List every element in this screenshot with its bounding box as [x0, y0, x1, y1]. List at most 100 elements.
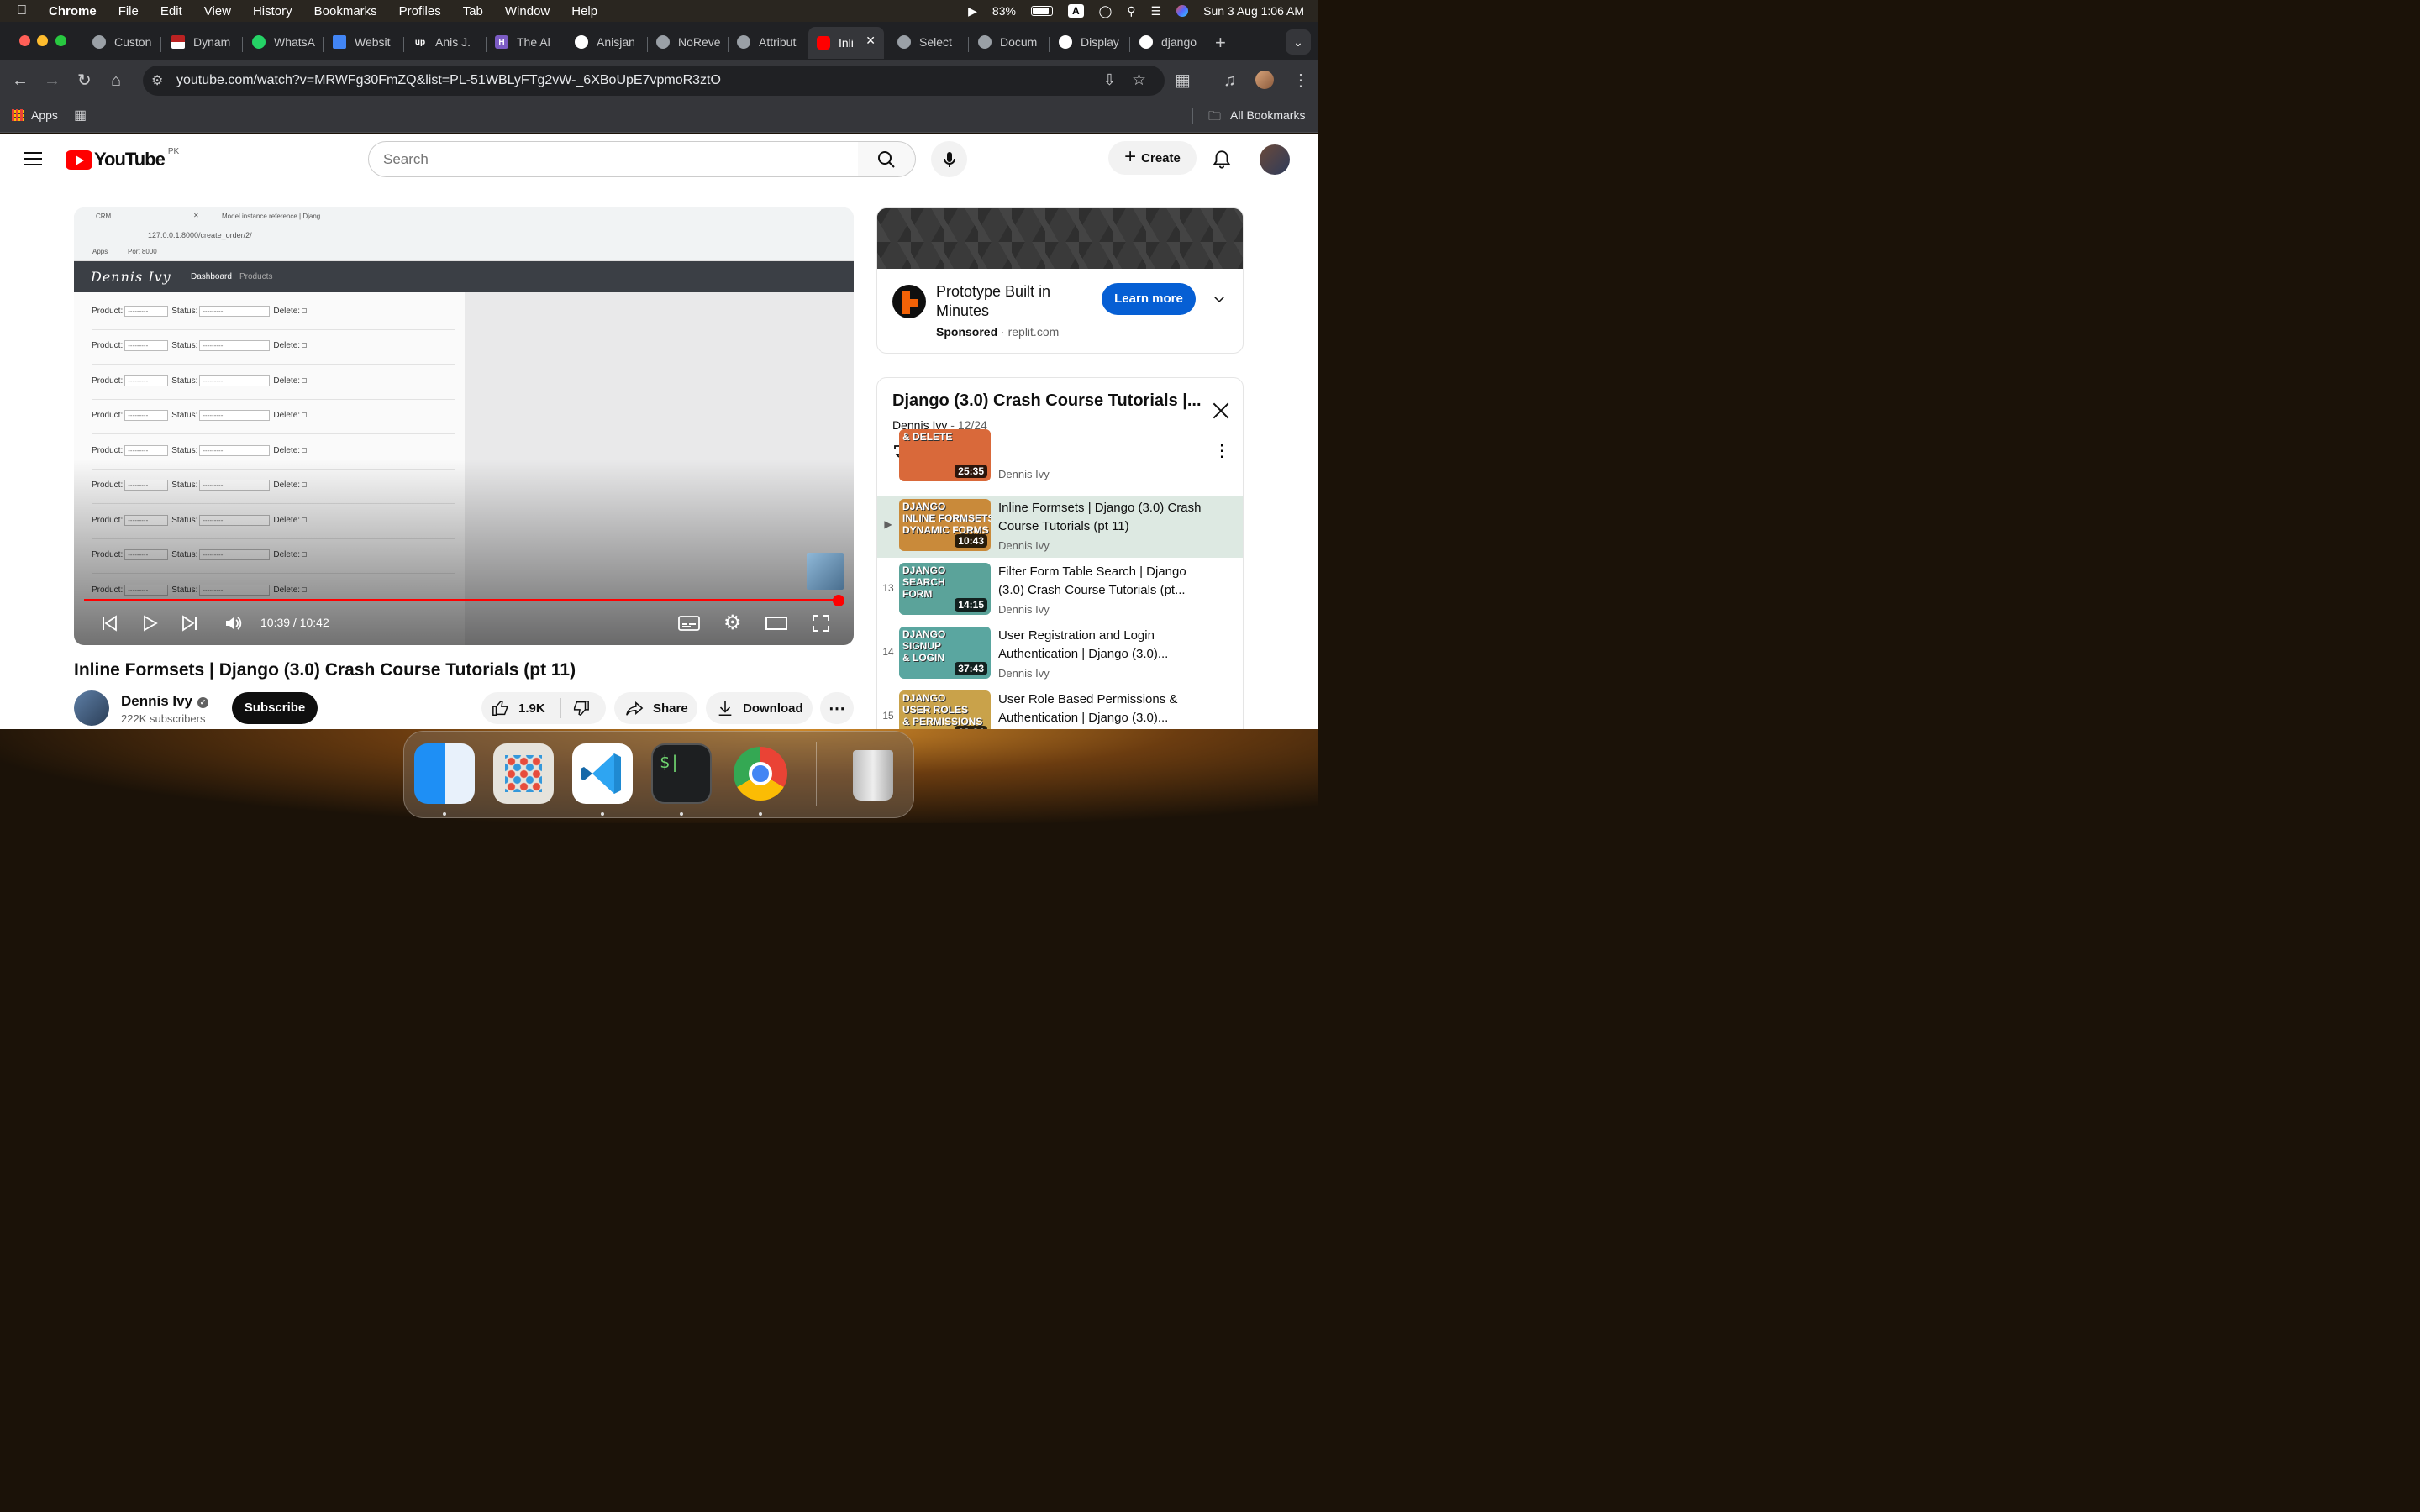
terminal-icon[interactable]: $|	[651, 743, 712, 804]
close-window-button[interactable]	[19, 35, 30, 46]
chrome-menu-icon[interactable]: ⋮	[1292, 71, 1309, 90]
playlist-item[interactable]: & DELETE 25:35 Dennis Ivy	[877, 429, 1243, 491]
next-icon[interactable]	[180, 613, 200, 633]
notifications-bell-icon[interactable]	[1211, 149, 1233, 171]
extensions-icon[interactable]: ▦	[1175, 71, 1191, 90]
voice-search-button[interactable]	[931, 141, 967, 177]
search-button[interactable]	[858, 141, 916, 177]
scrubber-handle[interactable]	[833, 595, 844, 606]
close-icon[interactable]	[1210, 400, 1232, 422]
sponsored-ad-card[interactable]: Prototype Built in Minutes Sponsored · r…	[876, 207, 1244, 354]
menu-window[interactable]: Window	[505, 4, 550, 18]
tab-1[interactable]: Dynam	[171, 29, 234, 55]
menu-bookmarks[interactable]: Bookmarks	[314, 4, 377, 18]
menu-edit[interactable]: Edit	[160, 4, 182, 18]
battery-icon[interactable]	[1030, 6, 1053, 16]
tab-5[interactable]: H The Al	[495, 29, 555, 55]
back-icon[interactable]: ←	[12, 71, 29, 90]
bookmark-star-icon[interactable]: ☆	[1132, 71, 1146, 90]
tab-search-button[interactable]: ⌄	[1286, 29, 1311, 55]
previous-icon[interactable]	[99, 613, 119, 633]
channel-name[interactable]: Dennis Ivy ✓	[121, 693, 209, 710]
channel-name-text[interactable]: Dennis Ivy	[121, 693, 192, 709]
playlist-item-thumbnail[interactable]: & DELETE 25:35	[899, 429, 991, 481]
menu-help[interactable]: Help	[571, 4, 597, 18]
playlist-title[interactable]: Django (3.0) Crash Course Tutorials |...	[892, 391, 1203, 411]
search-input[interactable]	[383, 151, 837, 168]
playlist-item-thumbnail[interactable]: DJANGO SIGNUP & LOGIN 37:43	[899, 627, 991, 679]
ad-banner-image[interactable]	[877, 208, 1243, 269]
bookmark-all-bookmarks[interactable]: All Bookmarks	[1230, 108, 1305, 122]
close-tab-icon[interactable]: ✕	[865, 34, 876, 48]
control-center-icon[interactable]: ☰	[1151, 4, 1162, 18]
bookmark-apps[interactable]: Apps	[31, 108, 58, 122]
playlist-item-title[interactable]: User Registration and Login Authenticati…	[998, 627, 1208, 664]
more-actions-button[interactable]: ⋯	[820, 692, 854, 724]
site-info-icon[interactable]: ⚙	[151, 72, 163, 89]
menu-profiles[interactable]: Profiles	[399, 4, 441, 18]
subscribe-button[interactable]: Subscribe	[232, 692, 318, 724]
playlist-item-title[interactable]: Inline Formsets | Django (3.0) Crash Cou…	[998, 499, 1208, 536]
address-bar[interactable]: ⚙ youtube.com/watch?v=MRWFg30FmZQ&list=P…	[143, 66, 1165, 96]
tab-active[interactable]: Inli ✕	[808, 27, 884, 59]
playlist-item-thumbnail[interactable]: DJANGO SEARCH FORM 14:15	[899, 563, 991, 615]
forward-icon[interactable]: →	[44, 71, 60, 90]
settings-gear-icon[interactable]: ⚙	[723, 613, 742, 633]
vscode-icon[interactable]	[572, 743, 633, 804]
tab-6[interactable]: Anisjan	[575, 29, 645, 55]
trash-icon[interactable]	[843, 743, 903, 804]
apple-icon[interactable]: 	[17, 3, 34, 18]
playlist-item[interactable]: 15 DJANGO USER ROLES & PERMISSIONS22:24Us…	[877, 687, 1243, 729]
menu-tab[interactable]: Tab	[463, 4, 483, 18]
playlist-item-title[interactable]: User Role Based Permissions & Authentica…	[998, 690, 1208, 727]
search-box[interactable]	[368, 141, 859, 177]
replit-logo-icon[interactable]	[892, 285, 926, 318]
playlist-item-thumbnail[interactable]: DJANGO INLINE FORMSETS DYNAMIC FORMS 10:4…	[899, 499, 991, 551]
siri-icon[interactable]	[1176, 5, 1189, 17]
playlist-item-thumbnail[interactable]: DJANGO USER ROLES & PERMISSIONS22:24	[899, 690, 991, 729]
menu-app-name[interactable]: Chrome	[49, 4, 97, 18]
tab-3[interactable]: Websit	[333, 29, 395, 55]
now-playing-icon[interactable]: ▶︎	[968, 4, 977, 18]
fullscreen-icon[interactable]	[811, 613, 831, 633]
launchpad-icon[interactable]	[493, 743, 554, 804]
home-icon[interactable]: ⌂	[111, 71, 121, 90]
media-controls-icon[interactable]: ♫	[1223, 71, 1236, 90]
spotlight-icon[interactable]: ⚲	[1127, 4, 1135, 18]
new-tab-button[interactable]: +	[1215, 32, 1226, 54]
address-url[interactable]: youtube.com/watch?v=MRWFg30FmZQ&list=PL-…	[176, 73, 721, 88]
menu-view[interactable]: View	[204, 4, 231, 18]
tab-13[interactable]: django	[1139, 29, 1203, 55]
youtube-logo[interactable]: YouTube PK	[66, 147, 179, 171]
screen-mirroring-icon[interactable]: ◯	[1099, 4, 1113, 18]
profile-avatar[interactable]	[1255, 71, 1274, 89]
install-app-icon[interactable]: ⇩	[1103, 71, 1116, 89]
progress-bar[interactable]	[84, 599, 840, 601]
thumbs-down-icon[interactable]	[571, 699, 590, 717]
finder-icon[interactable]	[414, 743, 475, 804]
play-icon[interactable]	[139, 613, 160, 633]
menu-file[interactable]: File	[118, 4, 139, 18]
menu-icon[interactable]	[24, 152, 42, 170]
playlist-item[interactable]: 14 DJANGO SIGNUP & LOGIN 37:43 User Registr…	[877, 623, 1243, 685]
reload-icon[interactable]: ↻	[77, 71, 92, 90]
tab-8[interactable]: Attribut	[737, 29, 802, 55]
menu-clock[interactable]: Sun 3 Aug 1:06 AM	[1203, 4, 1304, 18]
tab-10[interactable]: Select	[897, 29, 960, 55]
channel-avatar[interactable]	[74, 690, 109, 726]
playlist-item[interactable]: 13 DJANGO SEARCH FORM 14:15 Filter Form Tab…	[877, 559, 1243, 622]
chrome-icon[interactable]	[730, 743, 791, 804]
input-source-badge[interactable]: A	[1067, 4, 1084, 18]
tab-11[interactable]: Docum	[978, 29, 1044, 55]
like-button[interactable]: 1.9K	[481, 698, 561, 718]
playlist-item[interactable]: ▶ DJANGO INLINE FORMSETS DYNAMIC FORMS 10:…	[877, 496, 1243, 558]
tab-0[interactable]: Custon	[92, 29, 153, 55]
playlist-item-title[interactable]: Filter Form Table Search | Django (3.0) …	[998, 563, 1208, 600]
create-button[interactable]: + Create	[1108, 141, 1197, 175]
tab-12[interactable]: Display	[1059, 29, 1126, 55]
tab-groups-icon[interactable]: ▦	[74, 107, 87, 123]
video-player[interactable]: CRM ✕ Model instance reference | Djang 1…	[74, 207, 854, 645]
download-button[interactable]: Download	[706, 692, 813, 724]
subtitles-icon[interactable]	[678, 613, 700, 633]
chevron-down-icon[interactable]	[1212, 291, 1227, 307]
